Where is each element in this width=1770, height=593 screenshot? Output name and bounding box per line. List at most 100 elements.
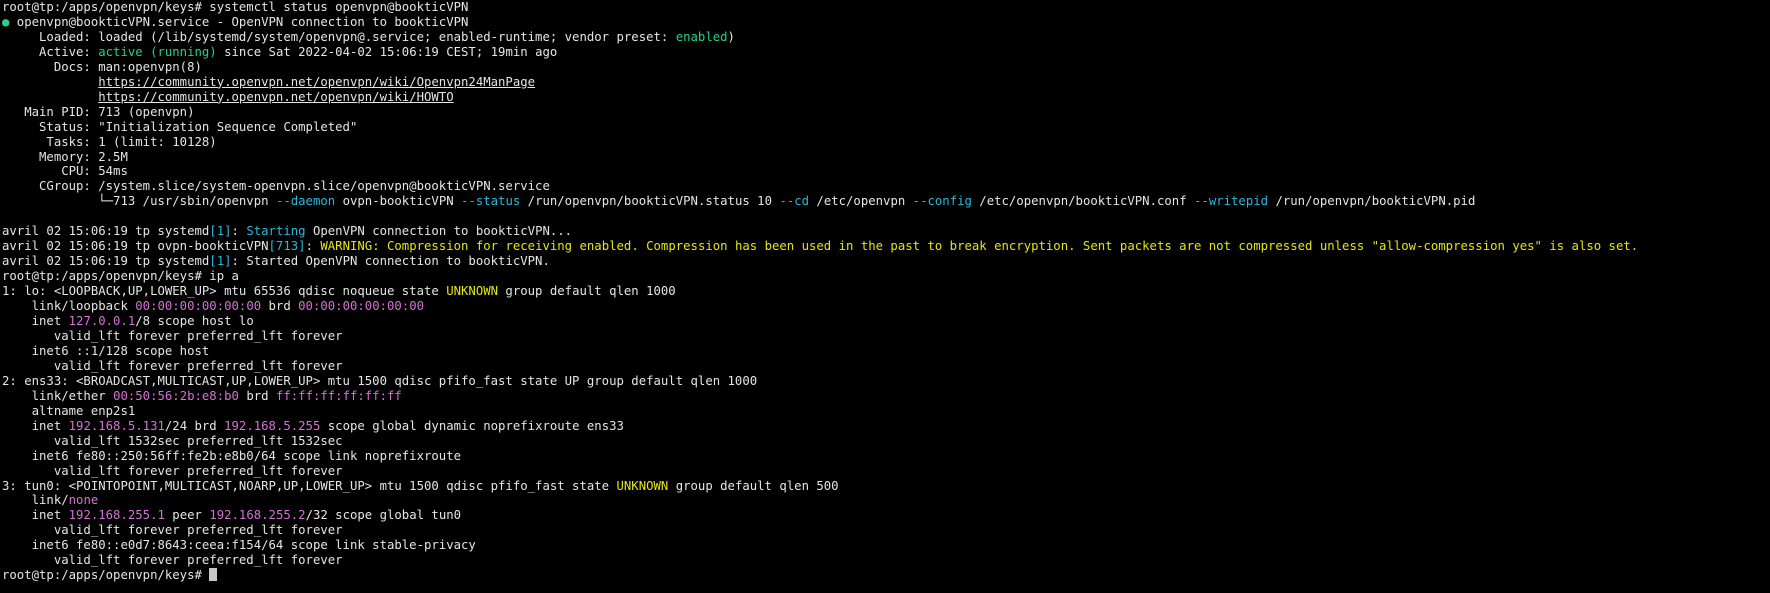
terminal-line: Active: active (running) since Sat 2022-…	[2, 45, 1768, 60]
terminal-text: 192.168.255.1	[68, 508, 165, 523]
terminal-text: brd	[261, 299, 299, 314]
terminal-text: active (running)	[98, 44, 217, 59]
doc-link[interactable]: https://community.openvpn.net/openvpn/wi…	[98, 75, 535, 89]
terminal-text: valid_lft forever preferred_lft forever	[2, 523, 343, 538]
terminal-line: 2: ens33: <BROADCAST,MULTICAST,UP,LOWER_…	[2, 374, 1768, 389]
terminal-text: 3: tun0: <POINTOPOINT,MULTICAST,NOARP,UP…	[2, 478, 617, 493]
terminal-text: [1]	[209, 224, 232, 239]
terminal-line: Status: "Initialization Sequence Complet…	[2, 120, 1768, 135]
terminal-text: /32 scope global tun0	[305, 508, 462, 523]
terminal-text: Active:	[2, 44, 99, 59]
terminal-line: link/loopback 00:00:00:00:00:00 brd 00:0…	[2, 299, 1768, 314]
terminal-line: https://community.openvpn.net/openvpn/wi…	[2, 90, 1768, 105]
terminal-text: Docs: man:openvpn(8)	[2, 59, 202, 74]
terminal-text: valid_lft forever preferred_lft forever	[2, 328, 343, 343]
terminal-text: inet6 fe80::e0d7:8643:ceea:f154/64 scope…	[2, 538, 476, 553]
terminal-text: [1]	[209, 254, 232, 269]
terminal-text: :	[305, 239, 321, 254]
terminal-text: inet	[2, 508, 69, 523]
terminal-line: avril 02 15:06:19 tp ovpn-bookticVPN[713…	[2, 239, 1768, 254]
terminal-text: brd	[238, 388, 276, 403]
terminal-line: root@tp:/apps/openvpn/keys# systemctl st…	[2, 0, 1768, 15]
terminal-text: 2: ens33: <BROADCAST,MULTICAST,UP,LOWER_…	[2, 373, 758, 388]
terminal-text: valid_lft forever preferred_lft forever	[2, 463, 343, 478]
terminal-text: avril 02 15:06:19 tp ovpn-bookticVPN	[2, 239, 269, 254]
terminal-window[interactable]: root@tp:/apps/openvpn/keys# systemctl st…	[2, 0, 1768, 593]
terminal-text: valid_lft 1532sec preferred_lft 1532sec	[2, 433, 343, 448]
terminal-line: Tasks: 1 (limit: 10128)	[2, 135, 1768, 150]
terminal-text: --writepid	[1194, 194, 1269, 209]
terminal-text: WARNING: Compression for receiving enabl…	[320, 239, 1639, 254]
terminal-text: root@tp:/apps/openvpn/keys#	[2, 568, 210, 583]
terminal-line: └─713 /usr/sbin/openvpn --daemon ovpn-bo…	[2, 194, 1768, 209]
terminal-text: : Started OpenVPN connection to bookticV…	[231, 254, 550, 269]
terminal-text: )	[727, 29, 735, 44]
doc-link[interactable]: https://community.openvpn.net/openvpn/wi…	[98, 90, 453, 104]
terminal-line: ● openvpn@bookticVPN.service - OpenVPN c…	[2, 15, 1768, 30]
terminal-text: valid_lft forever preferred_lft forever	[2, 553, 343, 568]
terminal-line: inet 127.0.0.1/8 scope host lo	[2, 314, 1768, 329]
terminal-text: Tasks: 1 (limit: 10128)	[2, 134, 217, 149]
terminal-line: link/ether 00:50:56:2b:e8:b0 brd ff:ff:f…	[2, 389, 1768, 404]
terminal-text: link/	[2, 493, 69, 508]
terminal-text: Starting	[246, 224, 306, 239]
terminal-text: 127.0.0.1	[68, 314, 136, 329]
terminal-text: altname enp2s1	[2, 403, 136, 418]
terminal-text: since Sat 2022-04-02 15:06:19 CEST; 19mi…	[216, 44, 558, 59]
terminal-text: Main PID: 713 (openvpn)	[2, 104, 195, 119]
terminal-text: /etc/openvpn/bookticVPN.conf	[971, 194, 1195, 209]
terminal-text: inet6 fe80::250:56ff:fe2b:e8b0/64 scope …	[2, 448, 462, 463]
terminal-text: /8 scope host lo	[135, 314, 254, 329]
terminal-text: :	[231, 224, 247, 239]
terminal-line: inet6 fe80::250:56ff:fe2b:e8b0/64 scope …	[2, 449, 1768, 464]
terminal-text: link/loopback	[2, 299, 136, 314]
terminal-text: --daemon	[275, 194, 336, 209]
terminal-text: root@tp:/apps/openvpn/keys# ip a	[2, 269, 239, 284]
terminal-line: valid_lft 1532sec preferred_lft 1532sec	[2, 434, 1768, 449]
terminal-line: root@tp:/apps/openvpn/keys# ip a	[2, 269, 1768, 284]
terminal-line: https://community.openvpn.net/openvpn/wi…	[2, 75, 1768, 90]
terminal-text: avril 02 15:06:19 tp systemd	[2, 254, 210, 269]
terminal-cursor	[209, 568, 218, 582]
terminal-text: OpenVPN connection to bookticVPN...	[305, 224, 573, 239]
terminal-text: 192.168.5.131	[68, 418, 165, 433]
terminal-text: CGroup: /system.slice/system-openvpn.sli…	[2, 179, 550, 194]
terminal-line: inet 192.168.255.1 peer 192.168.255.2/32…	[2, 508, 1768, 523]
terminal-text: └─713 /usr/sbin/openvpn	[2, 194, 276, 209]
terminal-text: 1: lo: <LOOPBACK,UP,LOWER_UP> mtu 65536 …	[2, 284, 447, 299]
terminal-text: UNKNOWN	[616, 478, 669, 493]
terminal-line: valid_lft forever preferred_lft forever	[2, 553, 1768, 568]
terminal-text: scope global dynamic noprefixroute ens33	[320, 418, 624, 433]
terminal-line: 1: lo: <LOOPBACK,UP,LOWER_UP> mtu 65536 …	[2, 284, 1768, 299]
terminal-line: 3: tun0: <POINTOPOINT,MULTICAST,NOARP,UP…	[2, 479, 1768, 494]
terminal-line: inet6 fe80::e0d7:8643:ceea:f154/64 scope…	[2, 538, 1768, 553]
terminal-text: /run/openvpn/bookticVPN.status 10	[520, 194, 780, 209]
terminal-text: inet	[2, 418, 69, 433]
terminal-text: openvpn@bookticVPN.service - OpenVPN con…	[9, 14, 469, 29]
terminal-line: inet 192.168.5.131/24 brd 192.168.5.255 …	[2, 419, 1768, 434]
terminal-line: avril 02 15:06:19 tp systemd[1]: Startin…	[2, 224, 1768, 239]
terminal-text: ovpn-bookticVPN	[335, 194, 462, 209]
terminal-text: Status: "Initialization Sequence Complet…	[2, 119, 358, 134]
terminal-text: 00:00:00:00:00:00	[135, 299, 262, 314]
terminal-text: inet	[2, 314, 69, 329]
terminal-text: avril 02 15:06:19 tp systemd	[2, 224, 210, 239]
terminal-text: --status	[461, 194, 521, 209]
terminal-text: 192.168.255.2	[209, 508, 306, 523]
terminal-text: peer	[164, 508, 210, 523]
terminal-line: altname enp2s1	[2, 404, 1768, 419]
terminal-line: Main PID: 713 (openvpn)	[2, 105, 1768, 120]
terminal-text: --cd	[779, 194, 810, 209]
terminal-line: Docs: man:openvpn(8)	[2, 60, 1768, 75]
terminal-line: CGroup: /system.slice/system-openvpn.sli…	[2, 179, 1768, 194]
terminal-text: [713]	[268, 239, 306, 254]
terminal-text: 00:00:00:00:00:00	[298, 299, 425, 314]
terminal-text: group default qlen 1000	[498, 284, 676, 299]
terminal-line: inet6 ::1/128 scope host	[2, 344, 1768, 359]
terminal-text: inet6 ::1/128 scope host	[2, 343, 210, 358]
terminal-text: /etc/openvpn	[809, 194, 913, 209]
terminal-line: valid_lft forever preferred_lft forever	[2, 329, 1768, 344]
terminal-text: ff:ff:ff:ff:ff:ff	[275, 388, 402, 403]
